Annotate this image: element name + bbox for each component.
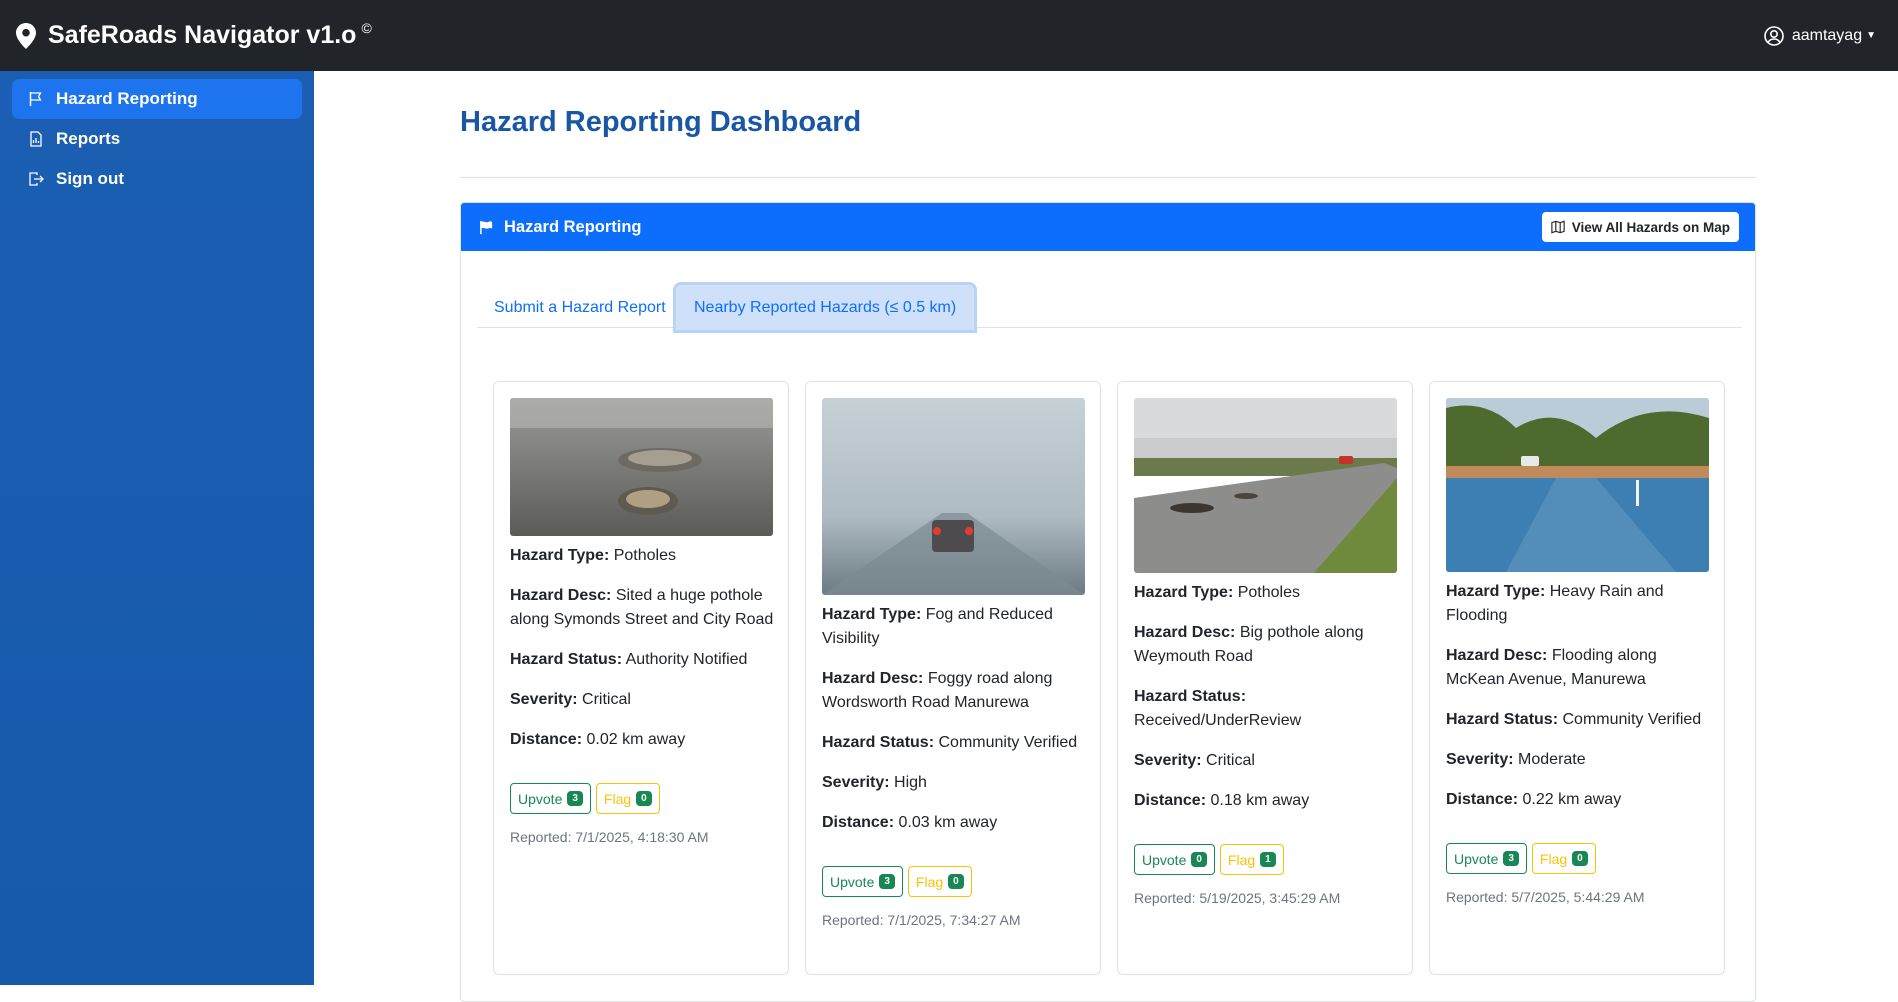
- flood-photo: [1446, 398, 1709, 572]
- hazard-type: Hazard Type: Potholes: [510, 547, 676, 564]
- username: aamtayag: [1791, 26, 1863, 44]
- hazard-severity: Severity: Critical: [510, 691, 631, 708]
- card-body: Hazard Type: Potholes Hazard Desc: Sited…: [510, 544, 774, 849]
- tab-submit-report[interactable]: Submit a Hazard Report: [477, 287, 683, 328]
- sidebar-item-label: Reports: [56, 129, 121, 148]
- fog-photo: [822, 398, 1085, 595]
- upvote-count: 0: [1191, 852, 1207, 867]
- user-circle-icon: [1764, 25, 1784, 46]
- rural-pothole-photo: [1134, 398, 1397, 573]
- hazard-type: Hazard Type: Potholes: [1134, 584, 1300, 601]
- hazard-distance: Distance: 0.18 km away: [1134, 792, 1310, 809]
- hazard-card: Hazard Type: Heavy Rain and Flooding Haz…: [1429, 381, 1725, 975]
- brand[interactable]: SafeRoads Navigator v1.o ©: [16, 19, 372, 50]
- user-menu[interactable]: aamtayag ▼: [1764, 25, 1876, 46]
- pothole-photo: [510, 398, 773, 536]
- card-body: Hazard Type: Potholes Hazard Desc: Big p…: [1134, 581, 1398, 910]
- sidebar: Hazard Reporting Reports Sign out: [0, 71, 314, 985]
- flag-count: 0: [948, 874, 964, 889]
- hazard-status: Hazard Status: Authority Notified: [510, 651, 748, 668]
- hazard-desc: Hazard Desc: Foggy road along Wordsworth…: [822, 670, 1053, 711]
- copyright-mark: ©: [361, 19, 372, 36]
- map-pin-icon: [16, 22, 36, 49]
- hazard-card: Hazard Type: Fog and Reduced Visibility …: [805, 381, 1101, 975]
- panel-title: Hazard Reporting: [479, 218, 642, 237]
- view-map-button[interactable]: View All Hazards on Map: [1541, 212, 1739, 242]
- hazard-severity: Severity: Critical: [1134, 752, 1255, 769]
- hazard-severity: Severity: Moderate: [1446, 751, 1586, 768]
- hazard-status: Hazard Status: Community Verified: [822, 734, 1078, 751]
- card-body: Hazard Type: Heavy Rain and Flooding Haz…: [1446, 580, 1710, 909]
- reported-timestamp: Reported: 7/1/2025, 7:34:27 AM: [822, 912, 1021, 928]
- hazard-desc: Hazard Desc: Big pothole along Weymouth …: [1134, 624, 1364, 665]
- reported-timestamp: Reported: 7/1/2025, 4:18:30 AM: [510, 829, 709, 845]
- upvote-count: 3: [567, 791, 583, 806]
- reported-timestamp: Reported: 5/7/2025, 5:44:29 AM: [1446, 889, 1645, 905]
- hazard-card: Hazard Type: Potholes Hazard Desc: Sited…: [493, 381, 789, 975]
- hazard-panel: Hazard Reporting View All Hazards on Map…: [460, 202, 1756, 1002]
- upvote-button[interactable]: Upvote 0: [1134, 844, 1215, 875]
- hazard-distance: Distance: 0.22 km away: [1446, 791, 1622, 808]
- flag-button[interactable]: Flag 0: [907, 866, 972, 897]
- sidebar-item-hazard-reporting[interactable]: Hazard Reporting: [12, 79, 302, 119]
- flag-count: 0: [1572, 851, 1588, 866]
- flag-button[interactable]: Flag 1: [1219, 844, 1284, 875]
- divider: [460, 177, 1756, 178]
- sidebar-item-label: Hazard Reporting: [56, 89, 198, 108]
- panel-header: Hazard Reporting View All Hazards on Map: [461, 203, 1755, 251]
- hazard-card: Hazard Type: Potholes Hazard Desc: Big p…: [1117, 381, 1413, 975]
- flag-button[interactable]: Flag 0: [1531, 843, 1596, 874]
- hazard-type: Hazard Type: Heavy Rain and Flooding: [1446, 583, 1664, 624]
- hazard-status: Hazard Status: Community Verified: [1446, 711, 1702, 728]
- sidebar-item-label: Sign out: [56, 169, 124, 188]
- app-title: SafeRoads Navigator v1.o: [48, 21, 357, 49]
- hazard-desc: Hazard Desc: Flooding along McKean Avenu…: [1446, 647, 1657, 688]
- reported-timestamp: Reported: 5/19/2025, 3:45:29 AM: [1134, 890, 1341, 906]
- flag-count: 0: [636, 791, 652, 806]
- hazard-distance: Distance: 0.02 km away: [510, 731, 686, 748]
- page-title: Hazard Reporting Dashboard: [460, 106, 862, 138]
- upvote-button[interactable]: Upvote 3: [510, 783, 591, 814]
- upvote-count: 3: [879, 874, 895, 889]
- flag-icon: [29, 92, 42, 106]
- flag-count: 1: [1260, 852, 1276, 867]
- hazard-severity: Severity: High: [822, 774, 927, 791]
- map-icon: [1551, 220, 1565, 234]
- upvote-button[interactable]: Upvote 3: [1446, 843, 1527, 874]
- sidebar-item-reports[interactable]: Reports: [12, 119, 302, 159]
- tab-nearby-hazards[interactable]: Nearby Reported Hazards (≤ 0.5 km): [676, 285, 975, 330]
- main-content: Hazard Reporting Dashboard Hazard Report…: [314, 71, 1898, 1002]
- report-icon: [30, 131, 42, 147]
- card-body: Hazard Type: Fog and Reduced Visibility …: [822, 603, 1086, 932]
- sidebar-item-sign-out[interactable]: Sign out: [12, 159, 302, 199]
- upvote-count: 3: [1503, 851, 1519, 866]
- hazard-status: Hazard Status: Received/UnderReview: [1134, 688, 1302, 729]
- hazard-type: Hazard Type: Fog and Reduced Visibility: [822, 606, 1053, 647]
- tab-bar: Submit a Hazard Report Nearby Reported H…: [477, 285, 1741, 330]
- chevron-down-icon: ▼: [1866, 30, 1876, 41]
- sign-out-icon: [29, 172, 44, 186]
- hazard-desc: Hazard Desc: Sited a huge pothole along …: [510, 587, 774, 628]
- top-navbar: SafeRoads Navigator v1.o © aamtayag ▼: [0, 0, 1898, 71]
- upvote-button[interactable]: Upvote 3: [822, 866, 903, 897]
- flag-icon: [480, 220, 493, 234]
- flag-button[interactable]: Flag 0: [595, 783, 660, 814]
- hazard-distance: Distance: 0.03 km away: [822, 814, 998, 831]
